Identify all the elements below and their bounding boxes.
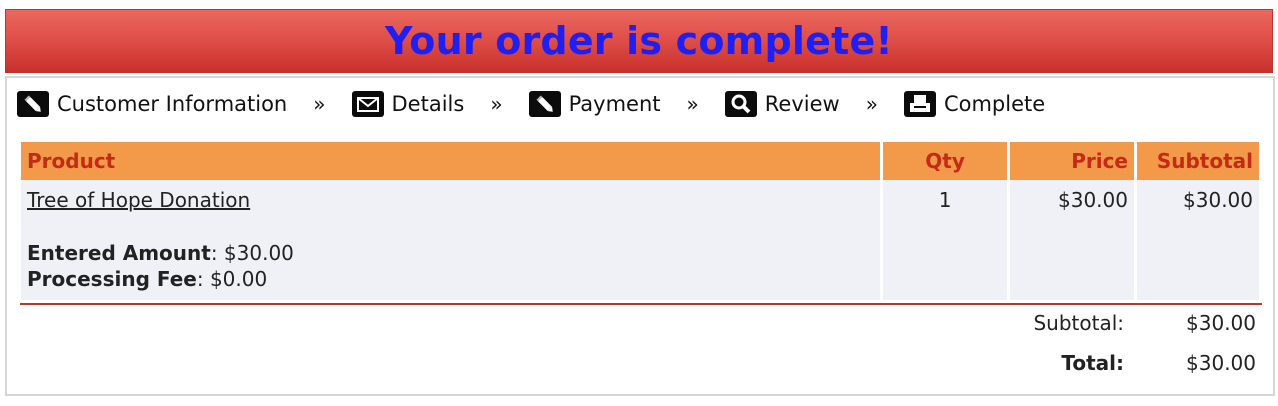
header-qty: Qty — [883, 142, 1008, 180]
product-cell: Tree of Hope Donation Entered Amount: $3… — [21, 180, 881, 300]
order-complete-banner: Your order is complete! — [5, 9, 1273, 73]
step-separator: » — [686, 92, 699, 116]
total-value: $30.00 — [1186, 351, 1256, 375]
step-complete[interactable]: Complete — [903, 91, 1046, 117]
step-label: Payment — [568, 92, 661, 116]
step-customer-information[interactable]: Customer Information — [17, 91, 287, 117]
subtotal-label: Subtotal: — [1033, 311, 1124, 335]
processing-fee-value: : $0.00 — [196, 267, 268, 291]
printer-icon — [903, 91, 936, 117]
qty-cell: 1 — [883, 180, 1008, 300]
step-separator: » — [313, 92, 326, 116]
table-row: Tree of Hope Donation Entered Amount: $3… — [21, 180, 1259, 300]
checkout-steps: Customer Information » Details » Payment… — [17, 90, 1045, 118]
processing-fee: Processing Fee: $0.00 — [27, 266, 874, 292]
processing-fee-label: Processing Fee — [27, 267, 197, 291]
table-header-row: Product Qty Price Subtotal — [21, 142, 1259, 180]
total-row: Total: $30.00 — [824, 351, 1262, 381]
pencil-icon — [528, 91, 561, 117]
step-label: Review — [764, 92, 840, 116]
price-cell: $30.00 — [1010, 180, 1134, 300]
header-price: Price — [1010, 142, 1134, 180]
step-details[interactable]: Details — [351, 91, 465, 117]
entered-amount-label: Entered Amount — [27, 241, 211, 265]
totals-divider — [20, 303, 1262, 305]
step-label: Customer Information — [57, 92, 288, 116]
entered-amount-value: : $30.00 — [210, 241, 294, 265]
header-product: Product — [21, 142, 881, 180]
step-separator: » — [865, 92, 878, 116]
page-title: Your order is complete! — [385, 19, 893, 63]
step-payment[interactable]: Payment — [528, 91, 661, 117]
total-label: Total: — [1061, 351, 1124, 375]
order-confirmation: Your order is complete! Customer Informa… — [5, 9, 1275, 396]
step-separator: » — [490, 92, 503, 116]
magnifier-icon — [724, 91, 757, 117]
pencil-icon — [17, 91, 49, 117]
step-review[interactable]: Review — [724, 91, 840, 117]
subtotal-cell: $30.00 — [1136, 180, 1259, 300]
subtotal-value: $30.00 — [1186, 311, 1256, 335]
product-link[interactable]: Tree of Hope Donation — [27, 188, 250, 212]
subtotal-row: Subtotal: $30.00 — [824, 311, 1262, 341]
envelope-icon — [351, 91, 384, 117]
header-subtotal: Subtotal — [1136, 142, 1259, 180]
order-panel: Customer Information » Details » Payment… — [5, 76, 1275, 396]
step-label: Complete — [943, 92, 1046, 116]
step-label: Details — [391, 92, 465, 116]
entered-amount: Entered Amount: $30.00 — [27, 240, 874, 266]
product-meta: Entered Amount: $30.00 Processing Fee: $… — [27, 240, 874, 292]
cart-table: Product Qty Price Subtotal Tree of Hope … — [18, 142, 1262, 300]
